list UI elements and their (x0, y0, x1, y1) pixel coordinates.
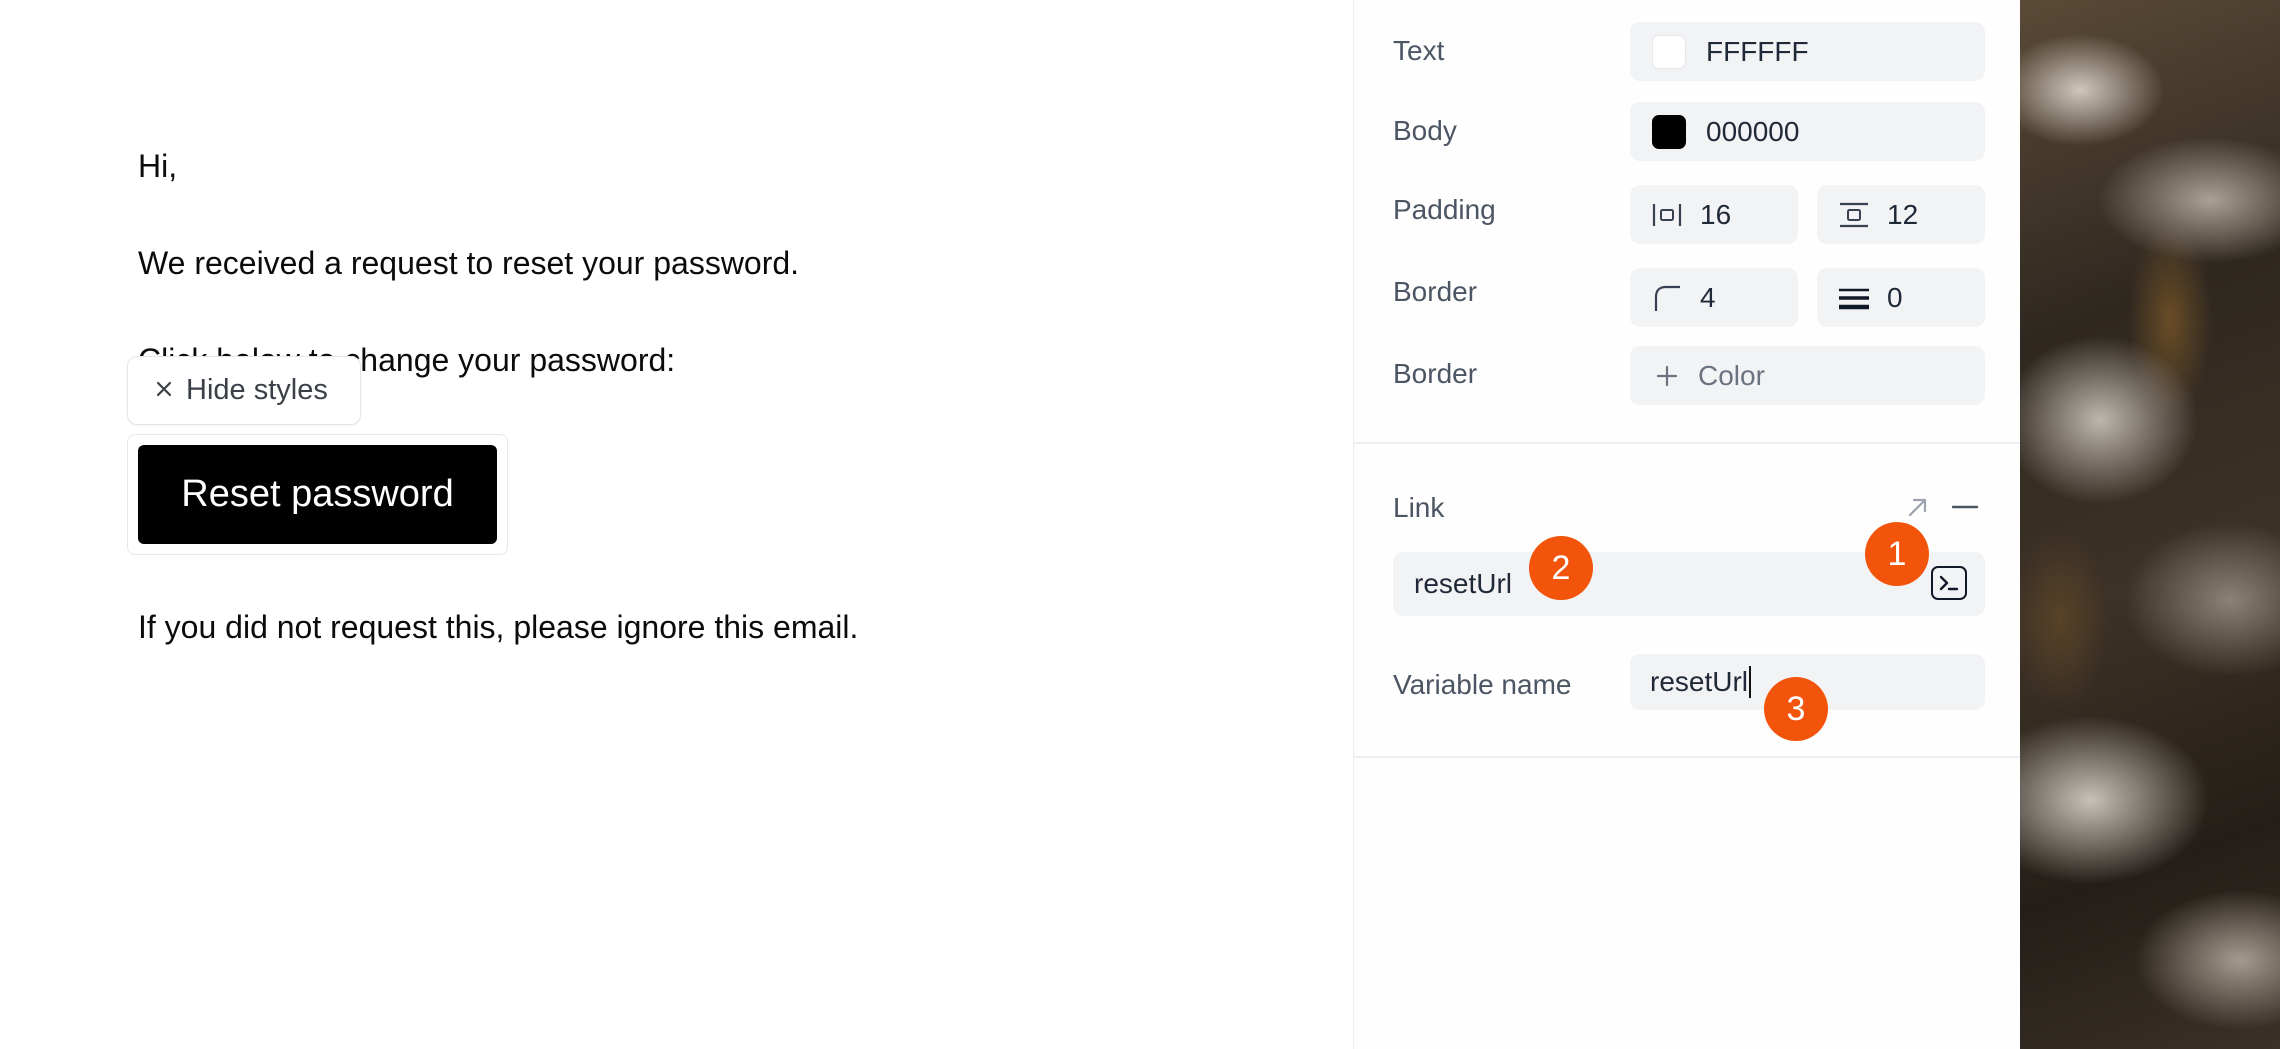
reset-password-button[interactable]: Reset password (138, 445, 497, 544)
text-color-swatch[interactable] (1652, 34, 1686, 69)
padding-vertical-value: 12 (1887, 198, 1919, 230)
terminal-icon[interactable] (1931, 566, 1967, 600)
section-divider-bottom (1354, 756, 2021, 758)
hide-styles-label: Hide styles (186, 374, 328, 406)
section-divider (1354, 442, 2021, 444)
link-section-label: Link (1393, 492, 1445, 523)
padding-label: Padding (1393, 194, 1496, 225)
padding-vertical-field[interactable]: 12 (1817, 185, 1985, 244)
border-width-value: 0 (1887, 281, 1903, 313)
annotation-badge-1: 1 (1865, 522, 1929, 586)
email-line-ignore: If you did not request this, please igno… (138, 609, 859, 645)
annotation-badge-2: 2 (1529, 536, 1593, 600)
corner-radius-icon (1650, 283, 1684, 313)
plus-icon (1650, 361, 1684, 391)
text-color-label: Text (1393, 35, 1445, 66)
background-photo (2020, 0, 2280, 1049)
border-radius-field[interactable]: 4 (1630, 268, 1798, 327)
border-label: Border (1393, 276, 1478, 307)
border-color-label: Border (1393, 358, 1478, 389)
properties-panel: Text FFFFFF Body 000000 Padding 16 12 Bo… (1353, 0, 2021, 1049)
text-caret (1749, 666, 1752, 698)
app-root: Hi, We received a request to reset your … (0, 0, 2280, 1049)
email-line-received: We received a request to reset your pass… (138, 245, 800, 281)
hide-styles-button[interactable]: Hide styles (127, 356, 361, 425)
padding-horizontal-icon (1650, 200, 1684, 230)
variable-name-value: resetUrl (1650, 666, 1749, 697)
close-icon (154, 374, 174, 407)
email-canvas: Hi, We received a request to reset your … (0, 0, 1353, 1049)
border-color-field[interactable]: Color (1630, 346, 1985, 405)
border-width-field[interactable]: 0 (1817, 268, 1985, 327)
border-color-placeholder: Color (1698, 359, 1765, 391)
text-color-field[interactable]: FFFFFF (1630, 22, 1985, 81)
stroke-width-icon (1837, 283, 1871, 313)
body-color-swatch[interactable] (1652, 114, 1686, 149)
email-greeting: Hi, (138, 148, 178, 184)
remove-link-icon[interactable] (1948, 491, 1982, 523)
link-url-value: resetUrl (1414, 568, 1513, 599)
padding-horizontal-value: 16 (1700, 198, 1732, 230)
variable-name-label: Variable name (1393, 669, 1572, 700)
body-color-label: Body (1393, 115, 1457, 146)
body-color-field[interactable]: 000000 (1630, 102, 1985, 161)
text-color-value: FFFFFF (1706, 35, 1809, 67)
border-radius-value: 4 (1700, 281, 1716, 313)
body-color-value: 000000 (1706, 115, 1800, 147)
padding-horizontal-field[interactable]: 16 (1630, 185, 1798, 244)
annotation-badge-3: 3 (1764, 677, 1828, 741)
open-link-icon[interactable] (1902, 491, 1934, 523)
padding-vertical-icon (1837, 200, 1871, 230)
